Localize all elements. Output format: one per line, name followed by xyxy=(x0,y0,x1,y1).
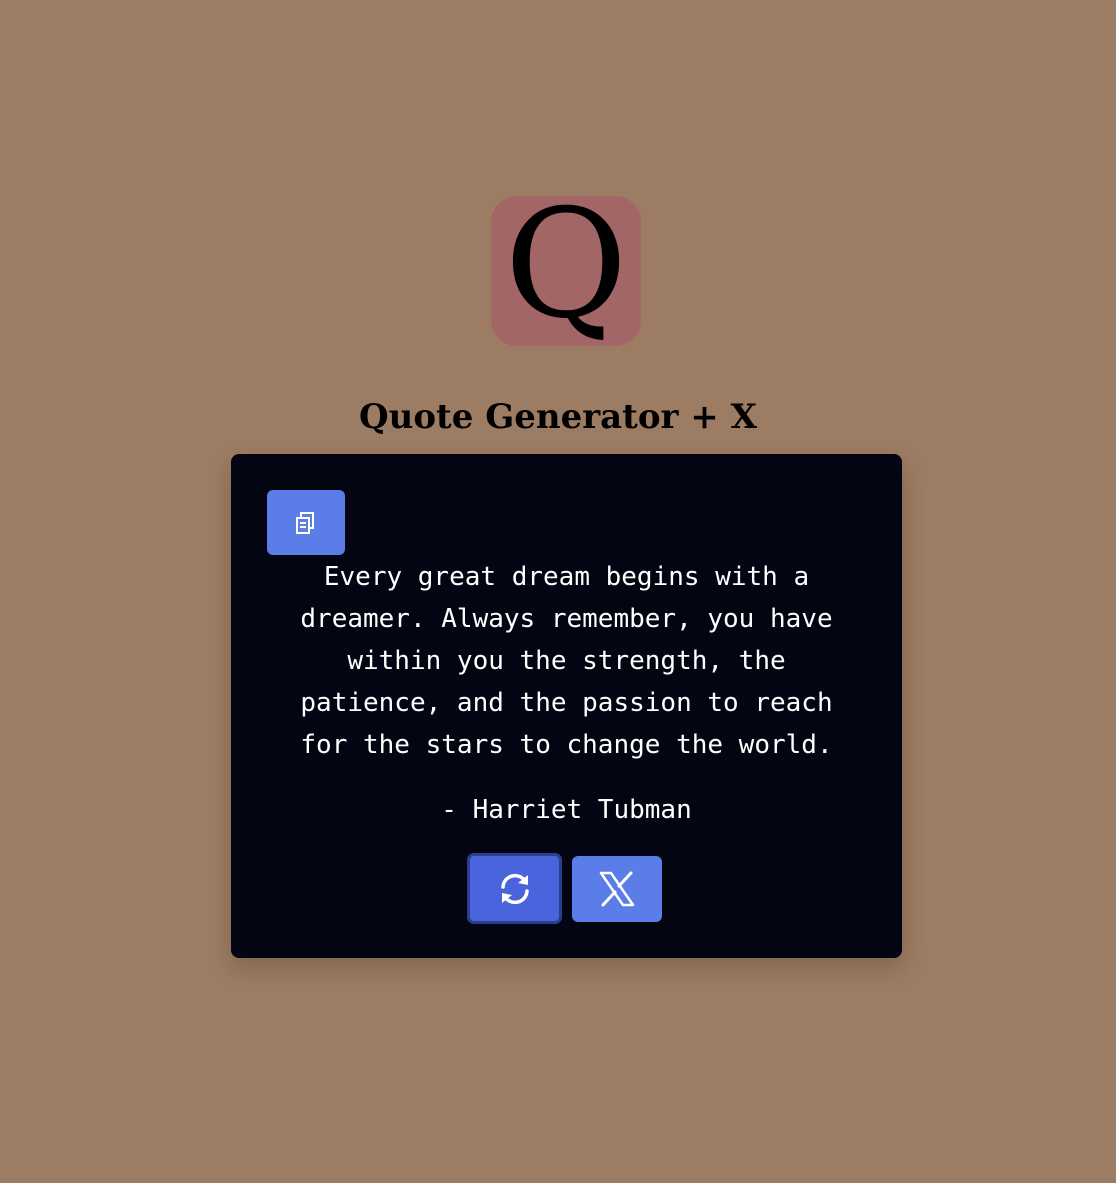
refresh-icon xyxy=(500,873,529,904)
x-logo-icon xyxy=(599,871,635,907)
page-title: Quote Generator + X xyxy=(359,397,757,437)
tweet-quote-button[interactable] xyxy=(572,856,662,922)
copy-icon xyxy=(296,511,314,534)
copy-button[interactable] xyxy=(267,490,345,555)
app-logo: Q xyxy=(491,196,641,346)
quote-card: Every great dream begins with a dreamer.… xyxy=(231,454,902,958)
new-quote-button[interactable] xyxy=(467,853,562,924)
quote-text: Every great dream begins with a dreamer.… xyxy=(300,562,833,760)
logo-letter: Q xyxy=(504,196,628,346)
quote-author: - Harriet Tubman xyxy=(441,795,692,825)
